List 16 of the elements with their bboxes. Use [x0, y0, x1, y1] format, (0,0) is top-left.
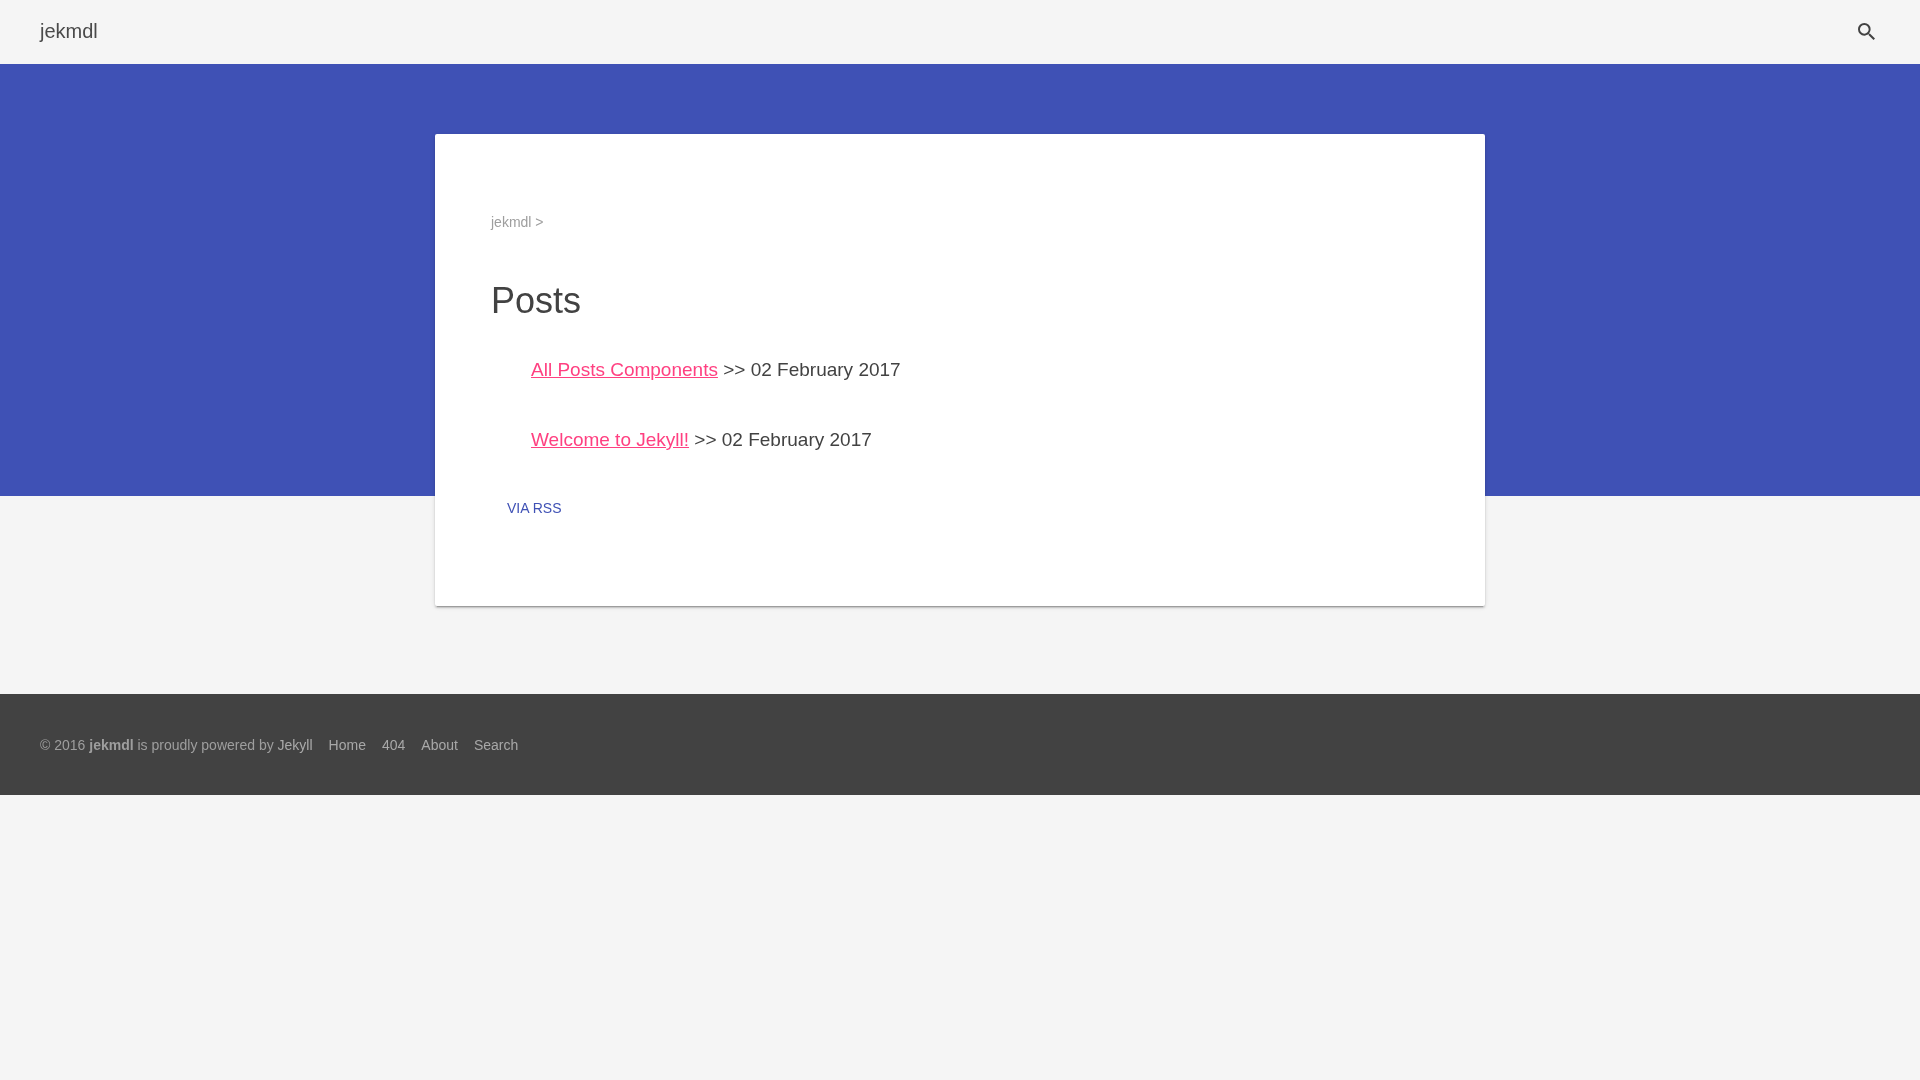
footer-link[interactable]: Home: [328, 736, 366, 753]
rss-button[interactable]: VIA RSS: [491, 490, 578, 526]
search-button[interactable]: [1858, 22, 1875, 40]
post-link[interactable]: Welcome to Jekyll!: [531, 429, 690, 450]
footer-link[interactable]: Search: [473, 736, 519, 753]
footer-link[interactable]: 404: [381, 736, 406, 753]
search-icon: [1858, 22, 1875, 40]
post-date: >> 02 February 2017: [694, 429, 872, 450]
post-date: >> 02 February 2017: [723, 359, 901, 380]
post-link[interactable]: All Posts Components: [531, 359, 718, 380]
site-title[interactable]: jekmdl: [40, 19, 98, 43]
jekyll-link[interactable]: Jekyll: [277, 736, 313, 753]
breadcrumb[interactable]: jekmdl >: [491, 212, 544, 232]
page-title: Posts: [491, 279, 582, 323]
footer-link[interactable]: About: [421, 736, 458, 753]
footer-credit: © 2016 jekmdl is proudly powered by Jekyll: [40, 736, 313, 753]
